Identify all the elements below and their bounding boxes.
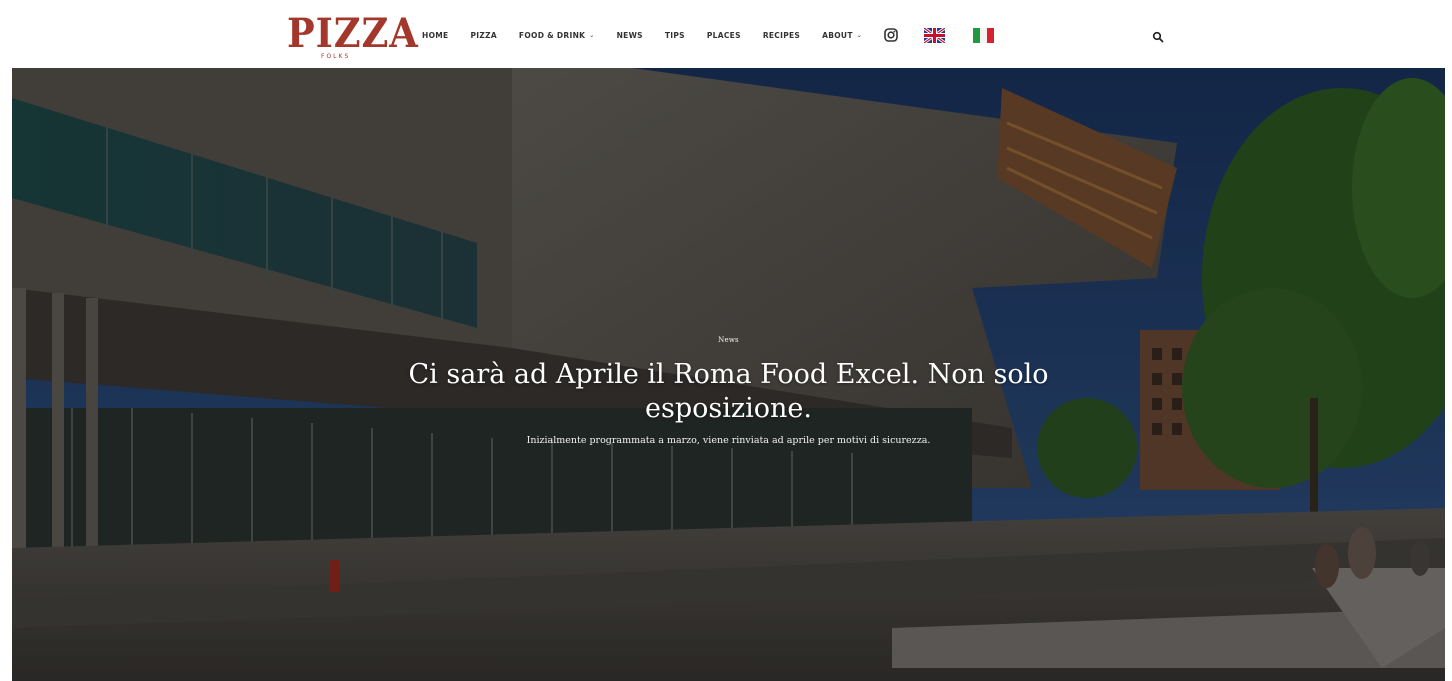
nav-item-pizza[interactable]: PIZZA: [470, 31, 496, 40]
nav-item-places[interactable]: PLACES: [707, 31, 741, 40]
post-category[interactable]: News: [12, 336, 1445, 344]
nav-label: TIPS: [664, 30, 685, 40]
nav-label: ABOUT: [822, 30, 853, 40]
nav-label: RECIPES: [762, 30, 801, 40]
chevron-down-icon: ⌄: [589, 31, 595, 39]
nav-item-news[interactable]: NEWS: [617, 31, 643, 40]
nav-label: PIZZA: [470, 30, 497, 40]
post-title[interactable]: Ci sarà ad Aprile il Roma Food Excel. No…: [379, 358, 1079, 426]
nav-label: PLACES: [706, 30, 741, 40]
main-nav: HOME PIZZA FOOD & DRINK ⌄ NEWS TIPS PLACE…: [422, 27, 995, 43]
instagram-icon[interactable]: [884, 28, 898, 42]
nav-item-home[interactable]: HOME: [422, 31, 448, 40]
site-header: PIZZA FOLKS HOME PIZZA FOOD & DRINK ⌄ NEW…: [0, 0, 1452, 68]
nav-item-tips[interactable]: TIPS: [665, 31, 685, 40]
nav-item-about[interactable]: ABOUT ⌄: [822, 31, 862, 40]
hero-text-block: News Ci sarà ad Aprile il Roma Food Exce…: [12, 336, 1445, 446]
uk-flag-icon[interactable]: [924, 27, 946, 43]
search-icon[interactable]: [1152, 30, 1164, 43]
post-excerpt: Inizialmente programmata a marzo, viene …: [526, 435, 931, 446]
nav-label: NEWS: [616, 30, 643, 40]
hero-banner[interactable]: News Ci sarà ad Aprile il Roma Food Exce…: [12, 68, 1445, 681]
nav-item-food-drink[interactable]: FOOD & DRINK ⌄: [519, 31, 595, 40]
site-logo[interactable]: PIZZA FOLKS: [287, 12, 418, 62]
logo-wordmark: PIZZA: [287, 10, 419, 57]
italy-flag-icon[interactable]: [973, 27, 995, 43]
nav-label: HOME: [422, 30, 449, 40]
logo-subtext: FOLKS: [321, 53, 351, 60]
nav-item-recipes[interactable]: RECIPES: [763, 31, 800, 40]
chevron-down-icon: ⌄: [856, 31, 863, 39]
nav-label: FOOD & DRINK: [518, 30, 586, 40]
